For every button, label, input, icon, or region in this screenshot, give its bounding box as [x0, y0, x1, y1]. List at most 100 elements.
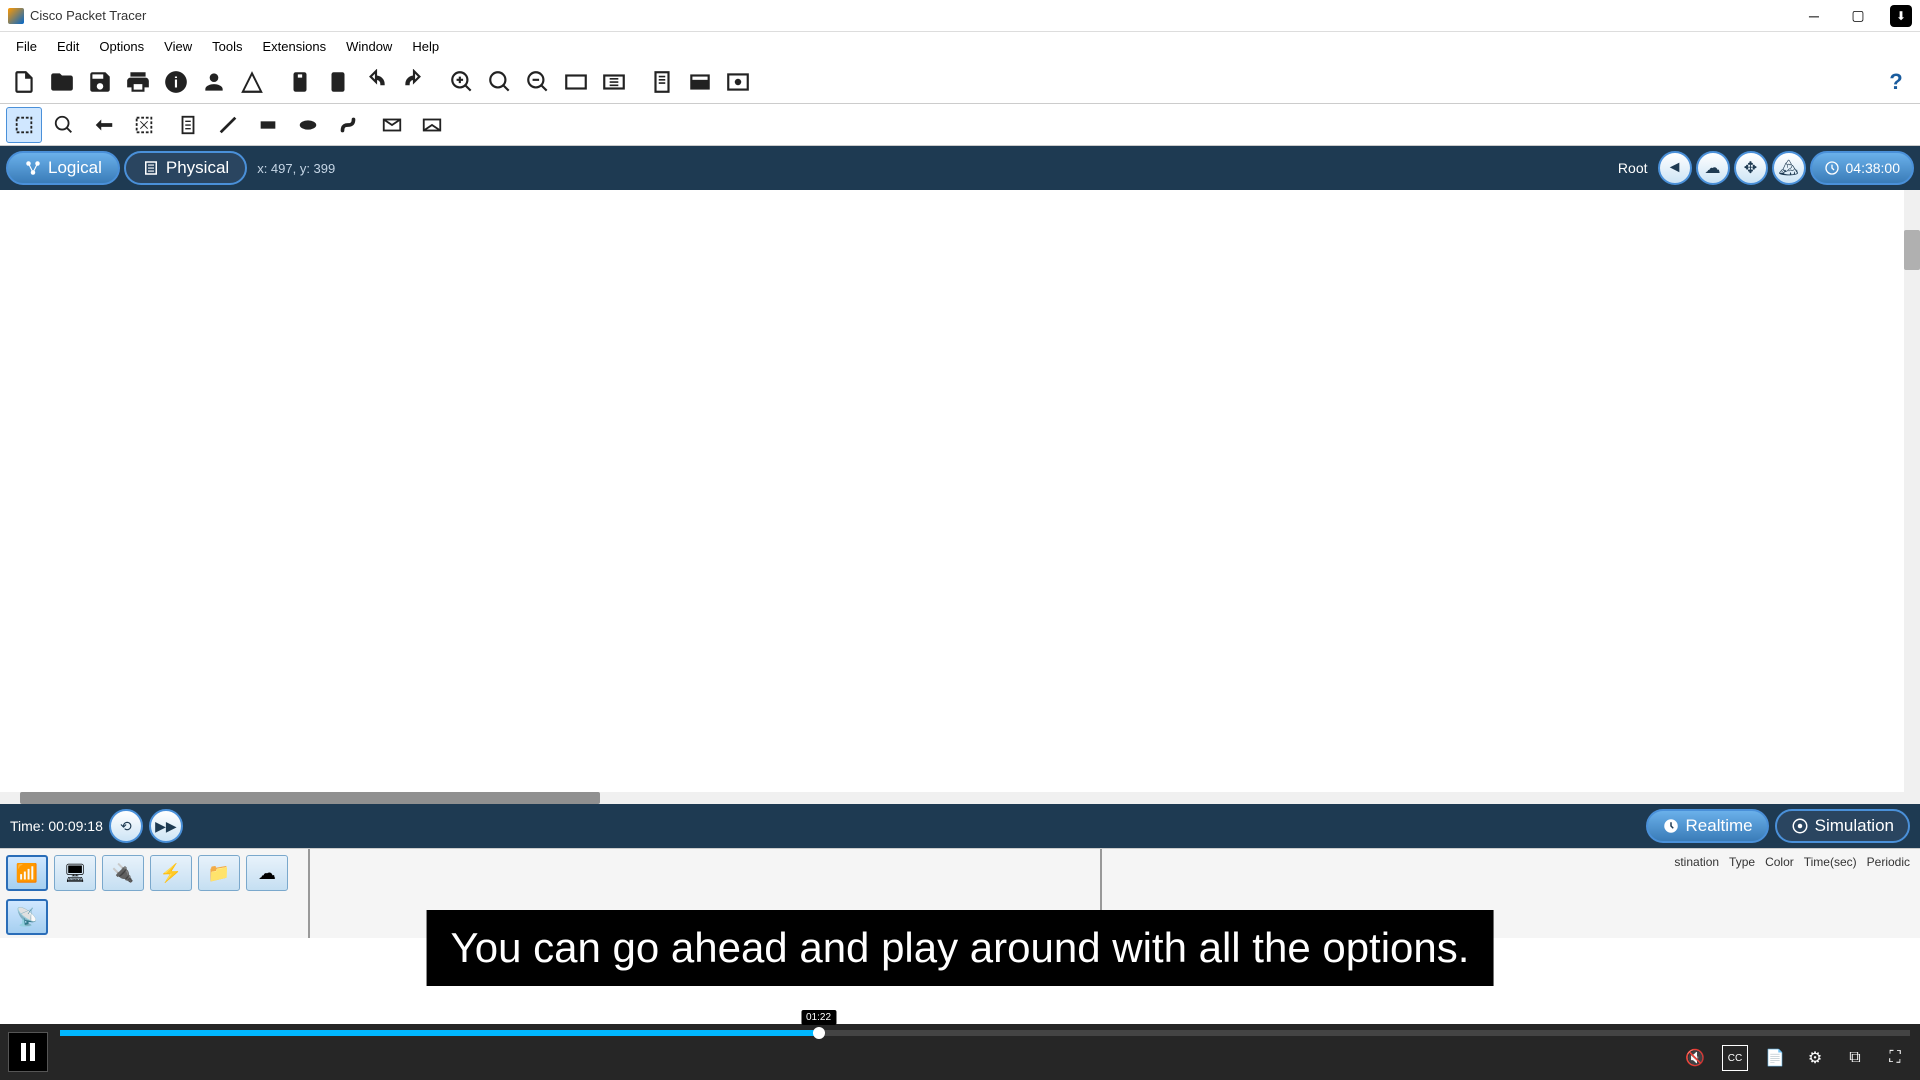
physical-icon [142, 159, 160, 177]
menu-extensions[interactable]: Extensions [252, 35, 336, 58]
captions-icon[interactable]: CC [1722, 1045, 1748, 1071]
custom-devices-icon[interactable] [596, 64, 632, 100]
redo-arrow-icon[interactable] [396, 64, 432, 100]
video-controls: 01:22 🔇 CC 📄 ⚙ ⧉ ⛶ [0, 1024, 1920, 1080]
redo-icon[interactable] [320, 64, 356, 100]
pdu-header-color: Color [1765, 855, 1794, 869]
workspace-canvas[interactable] [0, 190, 1920, 804]
move-object-icon[interactable]: ✥ [1734, 151, 1768, 185]
category-components[interactable]: 🔌 [102, 855, 144, 891]
logical-icon [24, 159, 42, 177]
delete-tool-icon[interactable] [86, 107, 122, 143]
pip-icon[interactable]: ⧉ [1842, 1045, 1868, 1071]
maximize-button[interactable]: ▢ [1846, 4, 1870, 28]
drawing-palette-icon[interactable] [558, 64, 594, 100]
fullscreen-icon[interactable]: ⛶ [1882, 1045, 1908, 1071]
category-connections[interactable]: ⚡ [150, 855, 192, 891]
simulation-bar: Time: 00:09:18 ⟲ ▶▶ Realtime Simulation [0, 804, 1920, 848]
menu-help[interactable]: Help [402, 35, 449, 58]
play-pause-button[interactable] [8, 1032, 48, 1072]
tab-physical-label: Physical [166, 158, 229, 178]
tab-simulation-label: Simulation [1815, 816, 1894, 836]
close-button[interactable]: ⬇ [1890, 5, 1912, 27]
network-description-icon[interactable] [644, 64, 680, 100]
fast-forward-icon[interactable]: ▶▶ [149, 809, 183, 843]
draw-ellipse-icon[interactable] [290, 107, 326, 143]
menu-edit[interactable]: Edit [47, 35, 89, 58]
power-cycle-icon[interactable]: ⟲ [109, 809, 143, 843]
subcategory-selected[interactable]: 📡 [6, 899, 48, 935]
set-background-icon[interactable]: 🏔 [1772, 151, 1806, 185]
svg-text:i: i [174, 74, 178, 91]
draw-freeform-icon[interactable] [330, 107, 366, 143]
menu-file[interactable]: File [6, 35, 47, 58]
video-progress-bar[interactable]: 01:22 [60, 1030, 1910, 1036]
clock-icon [1824, 160, 1840, 176]
view-command-log-icon[interactable] [682, 64, 718, 100]
activity-wizard-icon[interactable]: i [158, 64, 194, 100]
undo-arrow-icon[interactable] [358, 64, 394, 100]
zoom-reset-icon[interactable] [482, 64, 518, 100]
tab-physical[interactable]: Physical [124, 151, 247, 185]
copy-icon[interactable] [196, 64, 232, 100]
paste-icon[interactable] [234, 64, 270, 100]
nav-back-icon[interactable]: ◄ [1658, 151, 1692, 185]
pdu-header-destination: stination [1674, 855, 1719, 869]
realtime-icon [1662, 817, 1680, 835]
mute-icon[interactable]: 🔇 [1682, 1045, 1708, 1071]
category-network-devices[interactable]: 📶 [6, 855, 48, 891]
menubar: File Edit Options View Tools Extensions … [0, 32, 1920, 60]
tab-realtime[interactable]: Realtime [1646, 809, 1769, 843]
category-miscellaneous[interactable]: 📁 [198, 855, 240, 891]
tab-realtime-label: Realtime [1686, 816, 1753, 836]
cluster-icon[interactable]: ☁ [1696, 151, 1730, 185]
help-icon[interactable]: ? [1878, 64, 1914, 100]
zoom-out-icon[interactable] [520, 64, 556, 100]
environment-time-value: 04:38:00 [1846, 160, 1901, 176]
tab-logical[interactable]: Logical [6, 151, 120, 185]
category-multiuser[interactable]: ☁ [246, 855, 288, 891]
toolbar-main: i ? [0, 60, 1920, 104]
tab-simulation[interactable]: Simulation [1775, 809, 1910, 843]
simulation-time: Time: 00:09:18 [10, 818, 103, 834]
add-simple-pdu-icon[interactable] [374, 107, 410, 143]
new-file-icon[interactable] [6, 64, 42, 100]
menu-options[interactable]: Options [89, 35, 154, 58]
vertical-scrollbar[interactable] [1904, 190, 1920, 804]
zoom-in-icon[interactable] [444, 64, 480, 100]
pdu-header-type: Type [1729, 855, 1755, 869]
undo-icon[interactable] [282, 64, 318, 100]
transcript-icon[interactable]: 📄 [1762, 1045, 1788, 1071]
viewport-icon[interactable] [720, 64, 756, 100]
menu-view[interactable]: View [154, 35, 202, 58]
coordinates-display: x: 497, y: 399 [257, 161, 335, 176]
draw-rectangle-icon[interactable] [250, 107, 286, 143]
open-file-icon[interactable] [44, 64, 80, 100]
add-complex-pdu-icon[interactable] [414, 107, 450, 143]
simulation-icon [1791, 817, 1809, 835]
place-note-icon[interactable] [170, 107, 206, 143]
workspace-bar: Logical Physical x: 497, y: 399 Root ◄ ☁… [0, 146, 1920, 190]
settings-icon[interactable]: ⚙ [1802, 1045, 1828, 1071]
horizontal-scrollbar[interactable] [0, 792, 1920, 804]
pdu-headers: stination Type Color Time(sec) Periodic [1674, 855, 1910, 869]
window-title: Cisco Packet Tracer [30, 8, 146, 23]
print-icon[interactable] [120, 64, 156, 100]
tab-logical-label: Logical [48, 158, 102, 178]
draw-line-icon[interactable] [210, 107, 246, 143]
progress-tooltip: 01:22 [801, 1010, 836, 1025]
resize-tool-icon[interactable] [126, 107, 162, 143]
pdu-header-time: Time(sec) [1804, 855, 1857, 869]
window-controls: ─ ▢ ⬇ [1802, 4, 1912, 28]
minimize-button[interactable]: ─ [1802, 4, 1826, 28]
pdu-header-periodic: Periodic [1867, 855, 1910, 869]
menu-tools[interactable]: Tools [202, 35, 252, 58]
select-tool-icon[interactable] [6, 107, 42, 143]
save-icon[interactable] [82, 64, 118, 100]
menu-window[interactable]: Window [336, 35, 402, 58]
app-icon [8, 8, 24, 24]
inspect-tool-icon[interactable] [46, 107, 82, 143]
video-subtitle: You can go ahead and play around with al… [427, 910, 1494, 986]
environment-time[interactable]: 04:38:00 [1810, 151, 1915, 185]
category-end-devices[interactable]: 🖥 [54, 855, 96, 891]
